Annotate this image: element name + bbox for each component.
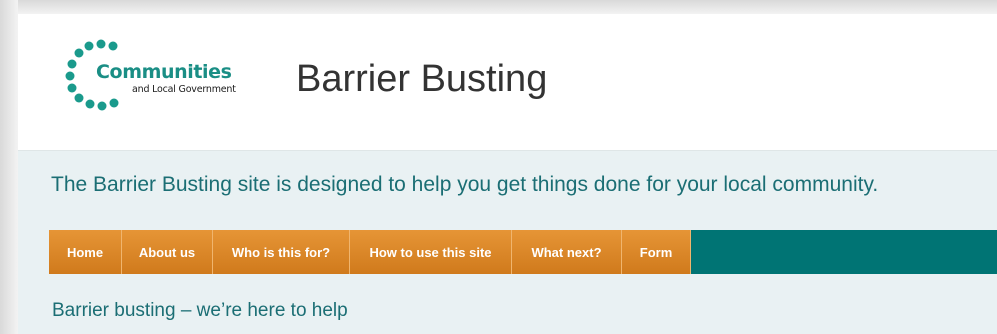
nav-item-form[interactable]: Form [622,230,691,274]
site-title: Barrier Busting [296,58,548,100]
logo-subtext: and Local Government [132,84,236,95]
main-content: The Barrier Busting site is designed to … [18,151,997,334]
section-heading: Barrier busting – we’re here to help [52,300,348,321]
nav-bar-fill [691,230,997,274]
main-nav: Home About us Who is this for? How to us… [49,230,997,274]
nav-item-how-to-use-this-site[interactable]: How to use this site [350,230,512,274]
page: Communities and Local Government Barrier… [18,14,997,334]
site-logo[interactable]: Communities and Local Government [62,39,262,119]
nav-item-home[interactable]: Home [49,230,122,274]
window-left-edge [0,0,18,334]
nav-item-what-next[interactable]: What next? [512,230,622,274]
nav-item-about-us[interactable]: About us [122,230,213,274]
nav-item-who-is-this-for[interactable]: Who is this for? [213,230,350,274]
window-top-edge [0,0,997,14]
intro-text: The Barrier Busting site is designed to … [51,173,879,196]
logo-wordmark: Communities [96,61,232,83]
site-header: Communities and Local Government Barrier… [18,14,997,151]
